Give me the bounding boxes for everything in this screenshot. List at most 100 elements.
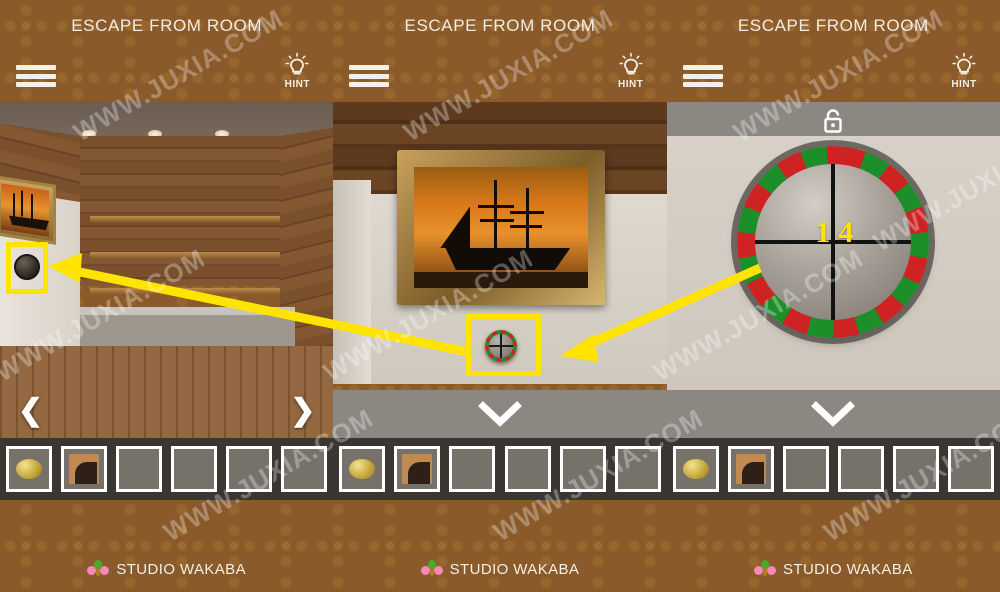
inventory-slot[interactable] — [672, 446, 719, 492]
inventory-slot[interactable] — [339, 446, 386, 492]
shelf — [90, 216, 280, 222]
page-title: ESCAPE FROM ROOM — [71, 16, 263, 35]
gold-nugget-item[interactable] — [349, 459, 376, 479]
menu-line — [682, 65, 723, 70]
inventory-slot[interactable] — [782, 446, 829, 492]
menu-line — [682, 82, 723, 87]
wooden-arch-piece-item[interactable] — [69, 454, 100, 484]
inventory-panel-1 — [0, 438, 333, 500]
header-panel-2: ESCAPE FROM ROOM HINT — [333, 0, 666, 102]
logo-stem — [429, 568, 434, 576]
dial-crosshair-horizontal — [755, 240, 912, 244]
inventory-slot[interactable] — [837, 446, 884, 492]
page-title: ESCAPE FROM ROOM — [404, 16, 596, 35]
ship-yard — [480, 219, 515, 222]
hamburger-menu-icon[interactable] — [682, 62, 723, 90]
hint-button[interactable]: HINT — [609, 52, 653, 98]
inventory-slot[interactable] — [892, 446, 939, 492]
hint-label: HINT — [284, 79, 310, 90]
chevron-down-icon[interactable] — [475, 398, 525, 432]
wooden-arch-piece-item[interactable] — [402, 454, 433, 484]
inventory-panel-3 — [667, 438, 1000, 500]
dial-face: 1 4 2、5 3、6 — [755, 164, 912, 320]
ship-painting-canvas — [414, 167, 589, 288]
logo-stem — [96, 568, 101, 576]
page-title: ESCAPE FROM ROOM — [737, 16, 929, 35]
hint-label: HINT — [951, 79, 977, 90]
wall-dial-highlight-box — [6, 242, 48, 294]
inventory-slot[interactable] — [61, 446, 108, 492]
footer-panel-3: STUDIO WAKABA — [667, 500, 1000, 592]
inventory-slot[interactable] — [281, 446, 328, 492]
hint-button[interactable]: HINT — [275, 52, 319, 98]
small-dial-highlight-box — [466, 314, 542, 376]
footer-panel-1: STUDIO WAKABA — [0, 500, 333, 592]
inventory-slot[interactable] — [947, 446, 994, 492]
menu-line — [16, 82, 56, 87]
header-panel-1: ESCAPE FROM ROOM HINT — [0, 0, 333, 102]
inventory-slot[interactable] — [449, 446, 496, 492]
gold-nugget-item[interactable] — [16, 459, 42, 479]
panel-room-overview[interactable]: ❮ ❯ — [0, 102, 334, 438]
inventory-slot[interactable] — [116, 446, 163, 492]
ship-mast — [494, 180, 498, 250]
panel-dial-closeup[interactable]: 1 4 2、5 3、6 — [666, 102, 1000, 438]
dial-number-top-right: 4 — [838, 216, 854, 249]
dial-number-top-left: 1 — [815, 216, 831, 249]
shelf — [90, 288, 280, 294]
ship-yard — [510, 225, 543, 228]
lightbulb-icon — [285, 52, 309, 75]
shelf-unit — [90, 210, 280, 306]
ship-yard — [510, 211, 545, 214]
ship-painting-frame[interactable] — [397, 150, 606, 305]
hamburger-menu-icon[interactable] — [349, 62, 390, 90]
menu-line — [16, 73, 56, 79]
studio-label: STUDIO WAKABA — [782, 560, 913, 578]
ship-hull — [445, 248, 571, 270]
shelf — [90, 252, 280, 258]
hint-button[interactable]: HINT — [942, 52, 986, 98]
lightbulb-icon — [619, 52, 643, 75]
inventory-slot[interactable] — [614, 446, 661, 492]
hamburger-menu-icon[interactable] — [16, 62, 56, 90]
inventory-slot[interactable] — [171, 446, 218, 492]
painting-sea — [414, 272, 589, 288]
footer-bar: STUDIO WAKABA STUDIO WAKABA STUDIO WAKAB… — [0, 500, 1000, 592]
screenshot-panels: ❮ ❯ 1 4 — [0, 102, 1000, 438]
inventory-slot[interactable] — [394, 446, 441, 492]
dial-number-bottom-left: 2、5 — [761, 314, 819, 320]
combination-dial[interactable]: 1 4 2、5 3、6 — [731, 140, 936, 344]
flower-sprout-logo-icon — [420, 560, 443, 578]
logo-stem — [762, 568, 767, 576]
inventory-panel-2 — [333, 438, 666, 500]
inventory-slot[interactable] — [559, 446, 606, 492]
panel-painting-wall[interactable] — [333, 102, 667, 438]
nav-previous-button[interactable]: ❮ — [18, 396, 43, 426]
floor-planks — [0, 346, 334, 438]
menu-line — [16, 65, 56, 70]
flower-sprout-logo-icon — [753, 560, 776, 578]
wooden-arch-piece-item[interactable] — [735, 454, 766, 484]
nav-next-button[interactable]: ❯ — [290, 396, 315, 426]
left-wall-edge — [333, 180, 372, 384]
inventory-slot[interactable] — [504, 446, 551, 492]
inventory-slot[interactable] — [226, 446, 273, 492]
gold-nugget-item[interactable] — [682, 459, 709, 479]
menu-line — [349, 82, 390, 87]
chevron-down-icon[interactable] — [808, 398, 858, 432]
unlocked-padlock-icon[interactable] — [820, 107, 846, 135]
studio-label: STUDIO WAKABA — [116, 560, 246, 578]
hint-label: HINT — [617, 79, 644, 90]
inventory-slot[interactable] — [6, 446, 52, 492]
menu-line — [349, 65, 390, 70]
inventory-slot[interactable] — [727, 446, 774, 492]
flower-sprout-logo-icon — [87, 560, 110, 578]
footer-panel-2: STUDIO WAKABA — [333, 500, 666, 592]
wall-painting-small[interactable] — [0, 175, 56, 245]
menu-line — [349, 73, 390, 79]
header-panel-3: ESCAPE FROM ROOM HINT — [667, 0, 1000, 102]
ship-mast — [526, 188, 530, 250]
menu-line — [682, 73, 723, 79]
ship-silhouette — [440, 180, 571, 270]
app-root: ESCAPE FROM ROOM HINT ESCAPE FROM ROOM H… — [0, 0, 1000, 592]
